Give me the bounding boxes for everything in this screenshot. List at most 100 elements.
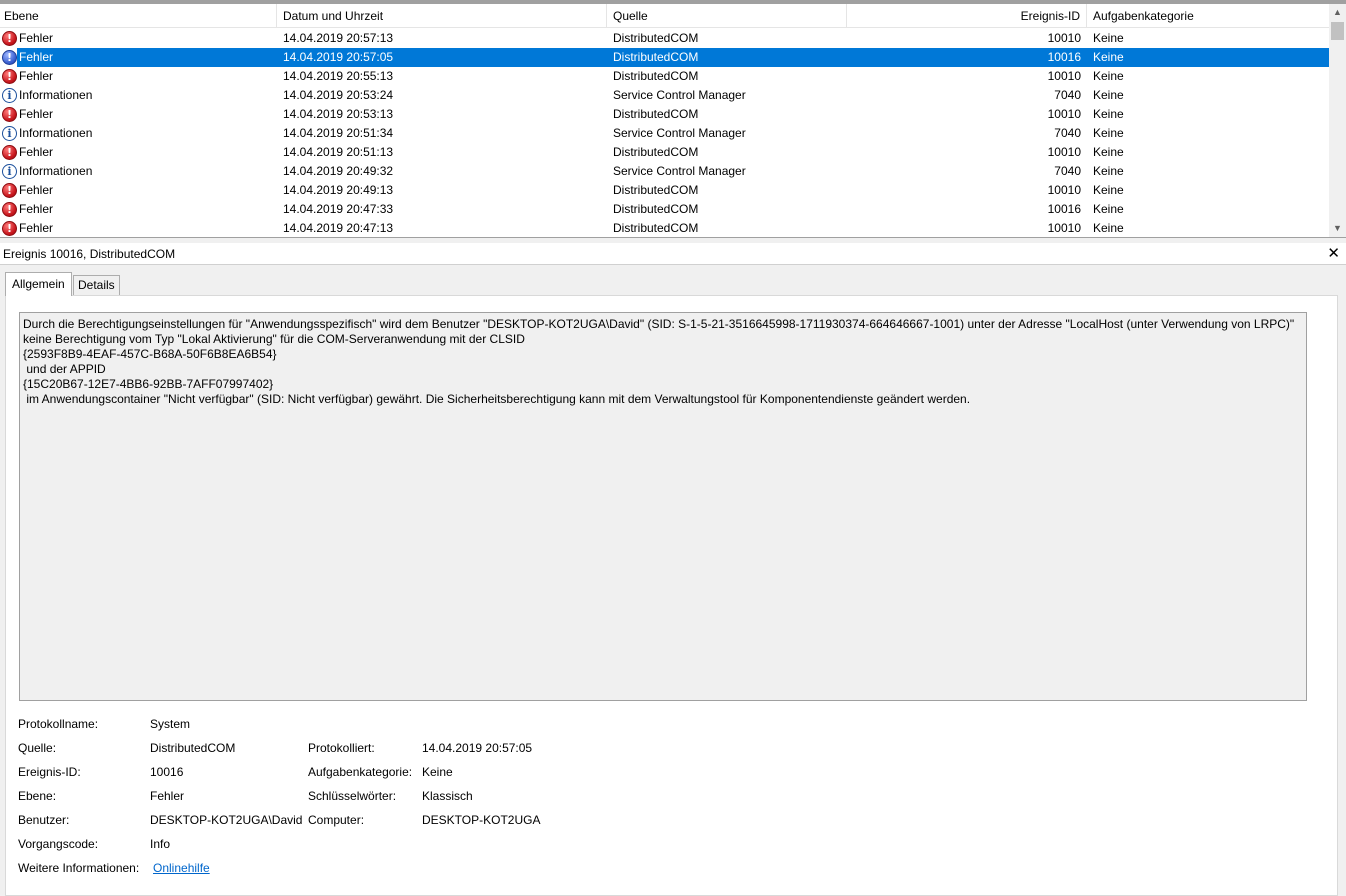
level-text: Informationen (19, 126, 93, 140)
column-source[interactable]: Quelle (609, 4, 847, 28)
datetime-cell: 14.04.2019 20:51:13 (283, 145, 394, 159)
event-id-label: Ereignis-ID: (18, 765, 81, 779)
event-id-cell: 10010 (1047, 183, 1081, 197)
datetime-cell: 14.04.2019 20:51:34 (283, 126, 394, 140)
info-icon: i (2, 88, 17, 103)
table-row[interactable]: ! Fehler 14.04.2019 20:53:13 DistributedCOM… (0, 105, 1329, 124)
datetime-cell: 14.04.2019 20:53:24 (283, 88, 394, 102)
level-value: Fehler (150, 789, 185, 803)
event-id-cell: 10010 (1047, 221, 1081, 235)
table-row[interactable]: ! Fehler 14.04.2019 20:47:33 DistributedCOM… (0, 200, 1329, 219)
error-icon: ! (2, 107, 17, 122)
source-value: DistributedCOM (150, 741, 236, 755)
user-value: DESKTOP-KOT2UGA\David (150, 813, 303, 827)
level-text: Fehler (19, 50, 54, 64)
column-level[interactable]: Ebene (0, 4, 277, 28)
level-cell: i Informationen (0, 124, 276, 143)
level-cell: ! Fehler (0, 219, 276, 237)
level-text: Fehler (19, 221, 54, 235)
datetime-cell: 14.04.2019 20:49:13 (283, 183, 394, 197)
list-scrollbar[interactable]: ▲ ▼ (1329, 4, 1346, 237)
level-text: Fehler (19, 107, 54, 121)
tab-general[interactable]: Allgemein (5, 272, 72, 296)
source-cell: DistributedCOM (613, 107, 699, 121)
detail-header: Ereignis 10016, DistributedCOM ✕ (0, 243, 1346, 265)
datetime-cell: 14.04.2019 20:57:05 (283, 50, 394, 64)
level-cell: ! Fehler (0, 105, 276, 124)
level-label: Ebene: (18, 789, 57, 803)
level-cell: ! Fehler (0, 67, 276, 86)
source-cell: Service Control Manager (613, 88, 746, 102)
event-id-cell: 10016 (1047, 202, 1081, 216)
level-text: Fehler (19, 31, 54, 45)
info-icon: i (2, 164, 17, 179)
table-row[interactable]: i Informationen 14.04.2019 20:53:24 Service… (0, 86, 1329, 105)
datetime-cell: 14.04.2019 20:49:32 (283, 164, 394, 178)
source-label: Quelle: (18, 741, 57, 755)
datetime-cell: 14.04.2019 20:47:33 (283, 202, 394, 216)
source-cell: Service Control Manager (613, 126, 746, 140)
table-row[interactable]: ! Fehler 14.04.2019 20:47:13 DistributedCOM… (0, 219, 1329, 237)
category-cell: Keine (1093, 164, 1124, 178)
computer-label: Computer: (308, 813, 365, 827)
table-row[interactable]: ! Fehler 14.04.2019 20:55:13 DistributedCOM… (0, 67, 1329, 86)
opcode-label: Vorgangscode: (18, 837, 99, 851)
column-category[interactable]: Aufgabenkategorie (1089, 4, 1329, 28)
general-panel: Durch die Berechtigungseinstellungen für… (5, 295, 1338, 896)
event-id-cell: 7040 (1054, 164, 1081, 178)
more-info-label: Weitere Informationen: (18, 861, 140, 875)
datetime-cell: 14.04.2019 20:47:13 (283, 221, 394, 235)
event-id-cell: 7040 (1054, 88, 1081, 102)
category-cell: Keine (1093, 88, 1124, 102)
column-event-id[interactable]: Ereignis-ID (847, 4, 1087, 28)
category-cell: Keine (1093, 107, 1124, 121)
keywords-label: Schlüsselwörter: (308, 789, 397, 803)
level-text: Fehler (19, 145, 54, 159)
level-text: Fehler (19, 202, 54, 216)
event-id-cell: 10010 (1047, 69, 1081, 83)
source-cell: DistributedCOM (613, 31, 699, 45)
scroll-down-icon[interactable]: ▼ (1329, 220, 1346, 237)
detail-title: Ereignis 10016, DistributedCOM (3, 247, 176, 261)
tab-details[interactable]: Details (73, 275, 120, 295)
table-row[interactable]: ! Fehler 14.04.2019 20:49:13 DistributedCOM… (0, 181, 1329, 200)
table-row[interactable]: ! Fehler 14.04.2019 20:57:13 DistributedCOM… (0, 29, 1329, 48)
level-text: Fehler (19, 69, 54, 83)
event-list[interactable]: Ebene Datum und Uhrzeit Quelle Ereignis-… (0, 0, 1346, 238)
event-id-cell: 10010 (1047, 107, 1081, 121)
error-icon: ! (2, 31, 17, 46)
source-cell: DistributedCOM (613, 145, 699, 159)
table-row[interactable]: ! Fehler 14.04.2019 20:57:05 DistributedCOM… (0, 48, 1329, 67)
category-cell: Keine (1093, 202, 1124, 216)
source-cell: DistributedCOM (613, 50, 699, 64)
category-cell: Keine (1093, 31, 1124, 45)
error-icon: ! (2, 50, 17, 65)
column-datetime[interactable]: Datum und Uhrzeit (279, 4, 607, 28)
user-label: Benutzer: (18, 813, 70, 827)
table-row[interactable]: i Informationen 14.04.2019 20:49:32 Service… (0, 162, 1329, 181)
source-cell: DistributedCOM (613, 183, 699, 197)
category-value: Keine (422, 765, 453, 779)
category-cell: Keine (1093, 183, 1124, 197)
close-icon[interactable]: ✕ (1327, 243, 1340, 265)
level-cell: ! Fehler (0, 143, 276, 162)
scroll-thumb[interactable] (1331, 22, 1344, 40)
event-id-cell: 10016 (1047, 50, 1081, 64)
datetime-cell: 14.04.2019 20:57:13 (283, 31, 394, 45)
scroll-up-icon[interactable]: ▲ (1329, 4, 1346, 21)
event-description[interactable]: Durch die Berechtigungseinstellungen für… (19, 312, 1307, 701)
log-name-value: System (150, 717, 191, 731)
error-icon: ! (2, 202, 17, 217)
event-id-cell: 10010 (1047, 145, 1081, 159)
computer-value: DESKTOP-KOT2UGA (422, 813, 541, 827)
source-cell: DistributedCOM (613, 221, 699, 235)
level-cell: ! Fehler (0, 29, 276, 48)
online-help-link[interactable]: Onlinehilfe (153, 860, 210, 876)
table-row[interactable]: i Informationen 14.04.2019 20:51:34 Service… (0, 124, 1329, 143)
table-row[interactable]: ! Fehler 14.04.2019 20:51:13 DistributedCOM… (0, 143, 1329, 162)
logged-value: 14.04.2019 20:57:05 (422, 741, 533, 755)
event-id-value: 10016 (150, 765, 184, 779)
column-header: Ebene Datum und Uhrzeit Quelle Ereignis-… (0, 4, 1329, 28)
datetime-cell: 14.04.2019 20:55:13 (283, 69, 394, 83)
category-label: Aufgabenkategorie: (308, 765, 413, 779)
